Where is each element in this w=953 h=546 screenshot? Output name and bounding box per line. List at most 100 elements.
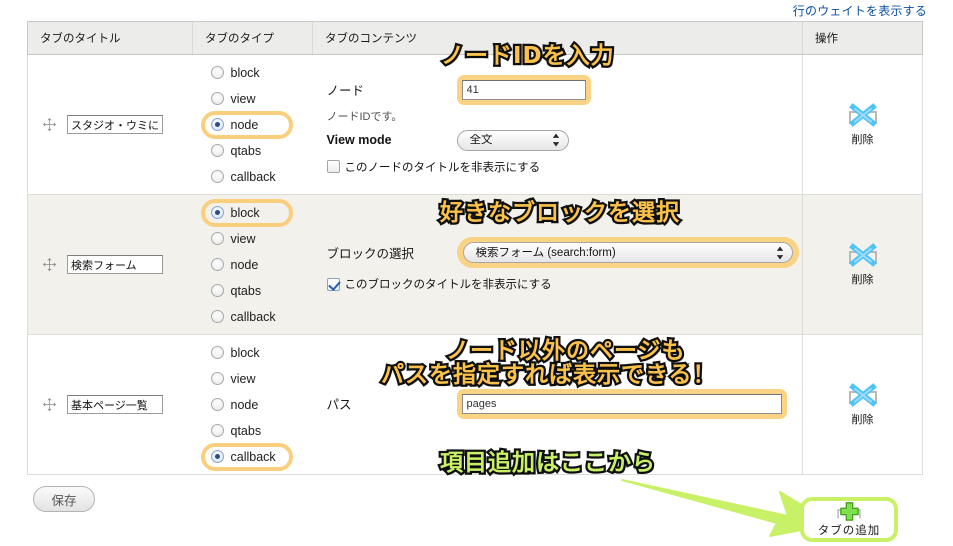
cell-operations: 削除 [802, 334, 923, 475]
radio-label: qtabs [230, 143, 262, 158]
radio-option-qtabs[interactable]: qtabs [209, 420, 291, 442]
radio-dot-icon [210, 398, 224, 411]
delete-x-icon [848, 382, 877, 407]
radio-label: block [230, 205, 260, 220]
path-field-label: パス [326, 398, 352, 412]
radio-label: view [230, 91, 256, 106]
block-select-field-row: ブロックの選択 検索フォーム (search:form) [326, 237, 799, 268]
move-handle-icon[interactable] [42, 397, 57, 412]
tab-type-radio-group: block view node qtabs callback [193, 196, 313, 334]
add-tab-label: タブの追加 [817, 525, 881, 537]
radio-dot-icon [210, 170, 224, 183]
radio-option-node[interactable]: node [209, 394, 291, 416]
radio-dot-icon [210, 66, 224, 79]
tab-title-input[interactable] [67, 255, 163, 274]
radio-option-view[interactable]: view [209, 368, 291, 390]
delete-x-icon [848, 102, 877, 127]
delete-label: 削除 [851, 413, 874, 426]
radio-dot-icon [210, 372, 224, 385]
radio-dot-icon [210, 424, 224, 437]
radio-label: node [230, 117, 259, 132]
cell-operations: 削除 [802, 194, 923, 335]
delete-action[interactable]: 削除 [803, 102, 922, 147]
view-mode-field-row: View mode 全文 [327, 129, 795, 151]
page-root: 行のウェイトを表示する タブのタイトル タブのタイプ タブのコンテンツ 操作 ス… [0, 0, 953, 546]
cell-tab-content: パス [312, 334, 803, 475]
node-id-input[interactable] [461, 79, 586, 100]
radio-label: callback [230, 309, 276, 324]
radio-dot-icon [210, 450, 224, 463]
radio-option-block[interactable]: block [209, 342, 291, 364]
add-plus-icon [837, 502, 861, 521]
delete-label: 削除 [851, 273, 874, 286]
radio-option-view[interactable]: view [209, 88, 291, 110]
cell-tab-content: ブロックの選択 検索フォーム (search:form) このブロックのタイトル… [312, 194, 803, 335]
tab-title-input[interactable] [67, 395, 163, 414]
delete-action[interactable]: 削除 [803, 382, 922, 427]
radio-label: callback [230, 449, 276, 464]
table-head: タブのタイトル タブのタイプ タブのコンテンツ 操作 [27, 21, 923, 55]
table-row: block view node [27, 334, 923, 475]
cell-tab-content: ノード ノードIDです。 View mode 全文 [312, 54, 803, 195]
radio-dot-icon [210, 284, 224, 297]
hide-block-title-label: このブロックのタイトルを非表示にする [344, 279, 552, 291]
delete-label: 削除 [851, 133, 874, 146]
view-mode-select-wrap: 全文 [456, 129, 569, 151]
hide-block-title-checkbox-row[interactable]: このブロックのタイトルを非表示にする [326, 276, 795, 292]
radio-option-callback[interactable]: callback [209, 166, 291, 188]
radio-option-callback[interactable]: callback [200, 442, 293, 471]
hide-node-title-label: このノードのタイトルを非表示にする [344, 161, 541, 174]
radio-dot-icon [210, 92, 224, 105]
radio-label: qtabs [230, 283, 262, 298]
cell-tab-title [27, 54, 193, 195]
block-select-label: ブロックの選択 [326, 247, 415, 261]
column-header-operations: 操作 [802, 21, 923, 55]
radio-option-qtabs[interactable]: qtabs [209, 140, 291, 162]
tabs-table-container: タブのタイトル タブのタイプ タブのコンテンツ 操作 スタジオ・ウミにつ blo… [27, 21, 923, 475]
block-select[interactable]: 検索フォーム (search:form) [462, 242, 793, 263]
tab-type-radio-group: block view node qtabs callback [193, 336, 313, 474]
radio-option-block[interactable]: block [200, 198, 293, 227]
radio-dot-icon [210, 258, 224, 271]
radio-label: callback [230, 169, 276, 184]
tab-type-radio-group: block view node qtabs callback [193, 56, 313, 194]
move-handle-icon[interactable] [42, 257, 57, 272]
tab-title-input[interactable] [67, 115, 163, 134]
checkbox-icon [326, 277, 340, 291]
cell-tab-type: block view node qtabs callback [192, 334, 313, 475]
radio-dot-icon [210, 144, 224, 157]
cell-tab-type: block view node qtabs callback [192, 54, 313, 195]
radio-option-node[interactable]: node [209, 254, 291, 276]
delete-x-icon [848, 242, 877, 267]
radio-dot-icon [210, 118, 224, 131]
path-input[interactable] [461, 393, 782, 414]
highlight-box [456, 388, 787, 419]
radio-label: qtabs [230, 423, 262, 438]
radio-dot-icon [210, 206, 224, 219]
radio-option-qtabs[interactable]: qtabs [209, 280, 291, 302]
radio-dot-icon [210, 346, 224, 359]
cell-tab-type: block view node qtabs callback [192, 194, 313, 335]
highlight-box: 検索フォーム (search:form) [456, 237, 799, 268]
radio-label: node [230, 397, 259, 412]
radio-label: node [230, 257, 259, 272]
view-mode-select[interactable]: 全文 [456, 129, 569, 151]
radio-option-node[interactable]: node [200, 110, 293, 139]
radio-option-callback[interactable]: callback [209, 306, 291, 328]
block-select-wrap: 検索フォーム (search:form) [462, 242, 793, 263]
show-row-weights-link[interactable]: 行のウェイトを表示する [793, 4, 927, 18]
radio-option-view[interactable]: view [209, 228, 291, 250]
delete-action[interactable]: 削除 [803, 242, 922, 287]
highlight-box [456, 74, 591, 105]
move-handle-icon[interactable] [42, 117, 57, 132]
add-tab-button[interactable]: タブの追加 [800, 497, 898, 542]
save-button[interactable]: 保存 [33, 486, 95, 512]
node-field-description: ノードIDです。 [326, 110, 403, 123]
path-field-row: パス [326, 388, 795, 419]
hide-node-title-checkbox-row[interactable]: このノードのタイトルを非表示にする [326, 159, 795, 175]
checkbox-icon [326, 160, 340, 173]
table-header-row: タブのタイトル タブのタイプ タブのコンテンツ 操作 [27, 21, 923, 55]
cell-operations: 削除 [802, 54, 923, 195]
top-link-bar: 行のウェイトを表示する [793, 2, 927, 20]
radio-option-block[interactable]: block [209, 62, 291, 84]
